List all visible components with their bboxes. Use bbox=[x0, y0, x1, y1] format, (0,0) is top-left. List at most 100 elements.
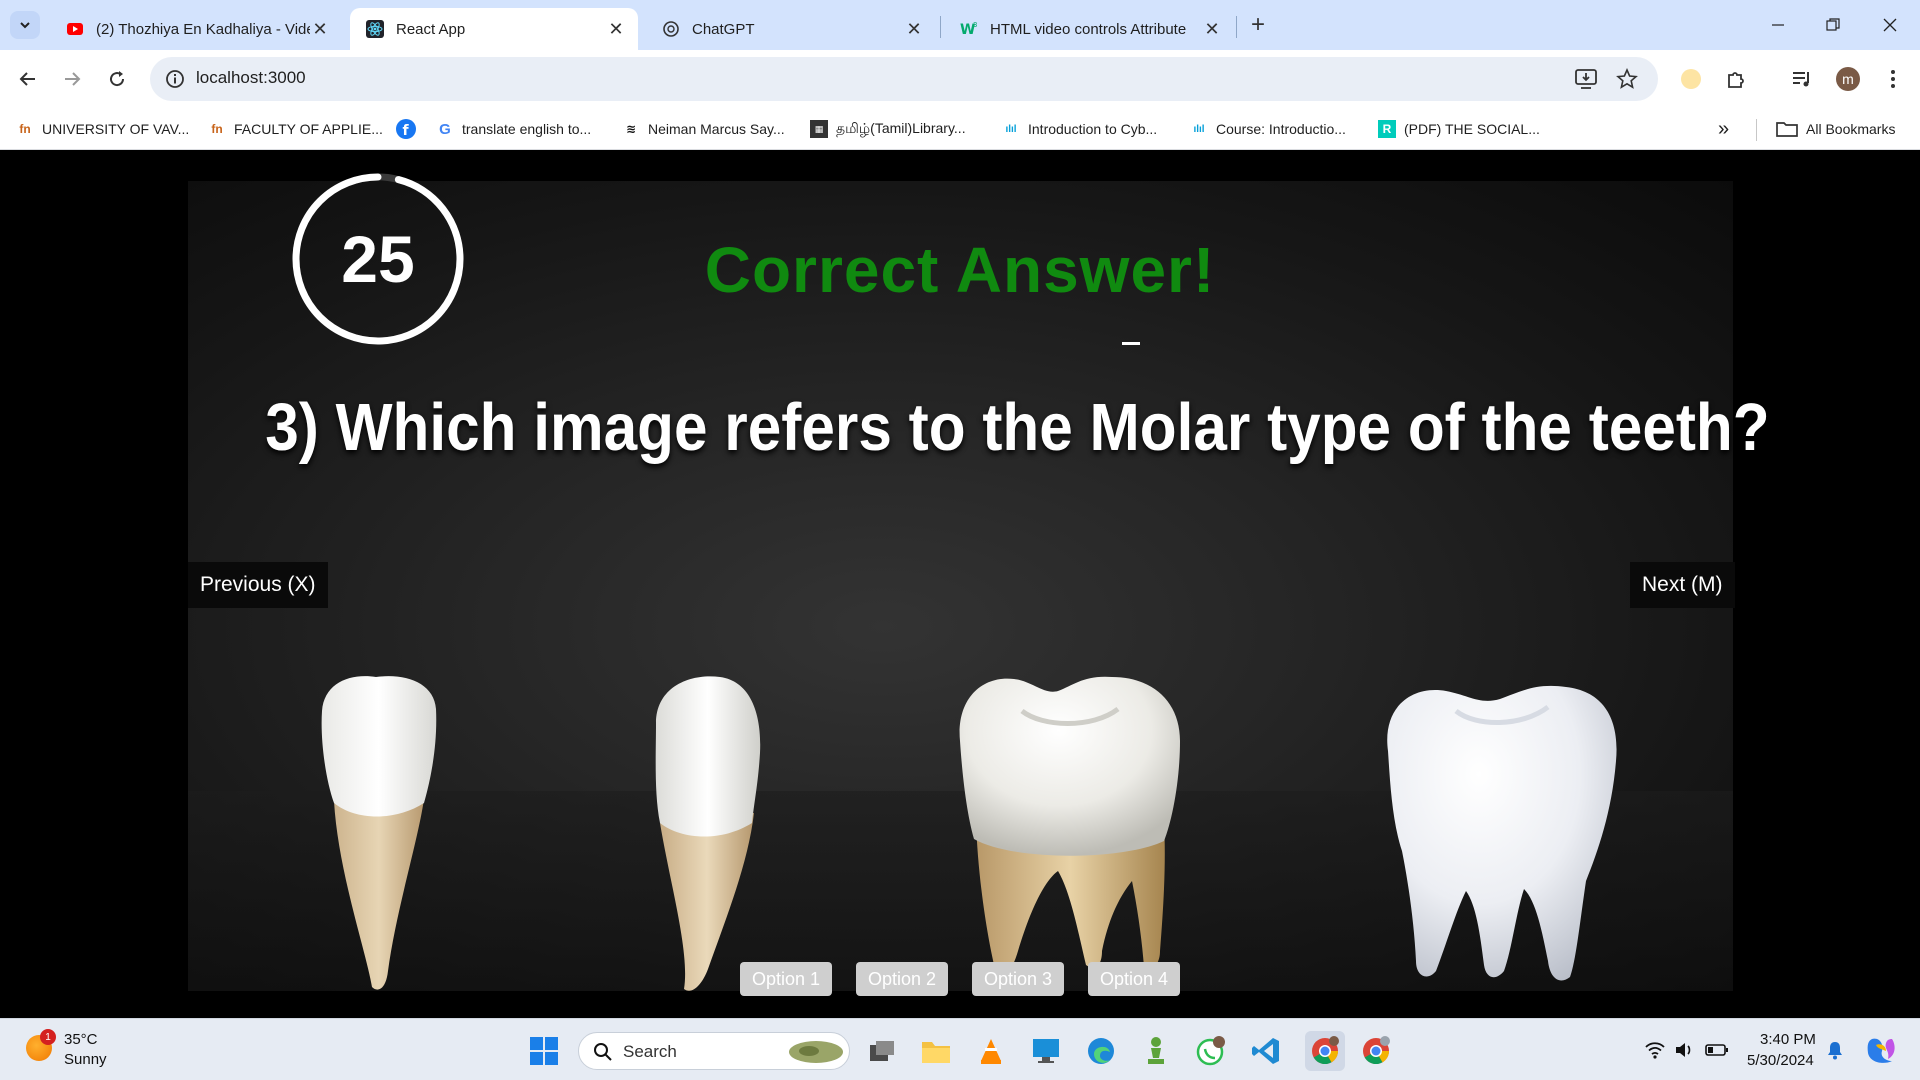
profile-button[interactable]: m bbox=[1833, 64, 1863, 94]
start-button[interactable] bbox=[530, 1037, 558, 1065]
bookmark-item[interactable]: ılıl Introduction to Cyb... bbox=[1002, 108, 1157, 150]
file-explorer-button[interactable] bbox=[920, 1035, 952, 1067]
extension-button[interactable] bbox=[1676, 64, 1706, 94]
vscode-button[interactable] bbox=[1250, 1035, 1282, 1067]
tab-youtube[interactable]: (2) Thozhiya En Kadhaliya - Vide ✕ bbox=[50, 8, 342, 50]
folder-icon bbox=[1776, 122, 1798, 137]
w3schools-icon: W3 bbox=[960, 21, 977, 38]
vscode-icon bbox=[1252, 1038, 1279, 1064]
tab-w3schools[interactable]: W3 HTML video controls Attribute ✕ bbox=[944, 8, 1234, 50]
extensions-menu-button[interactable] bbox=[1721, 64, 1751, 94]
taskbar-search[interactable]: Search bbox=[578, 1032, 850, 1070]
option-1-button[interactable]: Option 1 bbox=[740, 962, 832, 996]
tab-separator bbox=[1236, 16, 1237, 38]
bookmark-item[interactable]: fn UNIVERSITY OF VAV... bbox=[16, 108, 189, 150]
vlc-icon bbox=[981, 1039, 1001, 1064]
minimize-icon bbox=[1772, 24, 1784, 26]
clock-date[interactable]: 5/30/2024 bbox=[1747, 1052, 1814, 1069]
site-info-icon[interactable] bbox=[164, 68, 186, 90]
forward-button[interactable] bbox=[57, 64, 87, 94]
react-icon bbox=[366, 20, 384, 38]
browser-menu-button[interactable] bbox=[1878, 64, 1908, 94]
option-4-button[interactable]: Option 4 bbox=[1088, 962, 1180, 996]
svg-text:3: 3 bbox=[973, 21, 977, 29]
bookmark-facebook[interactable]: f bbox=[396, 108, 416, 150]
profile-initial: m bbox=[1842, 71, 1854, 87]
restore-icon bbox=[1826, 18, 1840, 31]
battery-icon[interactable] bbox=[1705, 1041, 1729, 1059]
minimize-button[interactable] bbox=[1758, 10, 1798, 40]
neiman-icon: ≋ bbox=[625, 122, 637, 136]
weather-temperature[interactable]: 35°C bbox=[64, 1031, 98, 1048]
install-app-icon[interactable] bbox=[1574, 68, 1598, 90]
option-3-button[interactable]: Option 3 bbox=[972, 962, 1064, 996]
restore-button[interactable] bbox=[1813, 10, 1853, 40]
next-button[interactable]: Next (M) bbox=[1630, 562, 1735, 608]
tab-close-icon[interactable]: ✕ bbox=[904, 19, 924, 40]
wifi-icon[interactable] bbox=[1645, 1041, 1665, 1059]
tab-react-app[interactable]: React App ✕ bbox=[350, 8, 638, 50]
url-text[interactable]: localhost:3000 bbox=[196, 68, 306, 88]
address-bar[interactable]: localhost:3000 bbox=[150, 57, 1658, 101]
bookmark-label: translate english to... bbox=[462, 121, 592, 137]
weather-badge: 1 bbox=[40, 1029, 56, 1045]
back-button[interactable] bbox=[13, 64, 43, 94]
task-view-button[interactable] bbox=[866, 1035, 898, 1067]
chess-app-button[interactable] bbox=[1140, 1035, 1172, 1067]
arrow-right-icon bbox=[65, 72, 81, 86]
new-tab-button[interactable]: + bbox=[1244, 12, 1272, 40]
question-text: 3) Which image refers to the Molar type … bbox=[265, 390, 1770, 465]
bookmark-label: (PDF) THE SOCIAL... bbox=[1404, 121, 1540, 137]
bookmark-item[interactable]: ≋ Neiman Marcus Say... bbox=[622, 108, 785, 150]
tab-chatgpt[interactable]: ChatGPT ✕ bbox=[646, 8, 936, 50]
tooth-image-canine[interactable] bbox=[650, 673, 766, 995]
tab-strip: (2) Thozhiya En Kadhaliya - Vide ✕ React… bbox=[0, 0, 1920, 50]
bookmark-item[interactable]: R (PDF) THE SOCIAL... bbox=[1378, 108, 1540, 150]
tab-search-button[interactable] bbox=[10, 11, 40, 39]
whatsapp-button[interactable] bbox=[1195, 1035, 1227, 1067]
weather-description[interactable]: Sunny bbox=[64, 1051, 107, 1068]
chrome-button[interactable] bbox=[1360, 1035, 1392, 1067]
edge-icon bbox=[1088, 1038, 1114, 1064]
tooth-image-molar-with-roots[interactable] bbox=[952, 671, 1184, 977]
remote-desktop-button[interactable] bbox=[1030, 1035, 1062, 1067]
media-controls-button[interactable] bbox=[1787, 64, 1817, 94]
puzzle-icon bbox=[1728, 72, 1744, 88]
bookmark-item[interactable]: ▦ தமிழ்(Tamil)Library... bbox=[810, 108, 966, 150]
tamil-icon: ▦ bbox=[810, 120, 828, 138]
tab-title: ChatGPT bbox=[692, 20, 755, 38]
result-dash bbox=[1122, 342, 1140, 345]
all-bookmarks-label: All Bookmarks bbox=[1806, 121, 1896, 137]
volume-icon[interactable] bbox=[1674, 1041, 1694, 1059]
bookmarks-overflow-button[interactable]: » bbox=[1718, 108, 1729, 150]
search-label: Search bbox=[623, 1042, 677, 1061]
notification-bell-icon[interactable] bbox=[1826, 1040, 1844, 1060]
extension-avatar-icon bbox=[1681, 69, 1701, 89]
close-window-button[interactable] bbox=[1870, 10, 1910, 40]
bookmark-item[interactable]: fn FACULTY OF APPLIE... bbox=[208, 108, 383, 150]
chrome-button-active[interactable] bbox=[1305, 1031, 1345, 1071]
youtube-icon bbox=[67, 23, 83, 35]
folder-icon bbox=[922, 1042, 950, 1063]
previous-button[interactable]: Previous (X) bbox=[188, 562, 328, 608]
bookmark-item[interactable]: ılıl Course: Introductio... bbox=[1190, 108, 1346, 150]
vlc-button[interactable] bbox=[975, 1035, 1007, 1067]
tooth-image-incisor[interactable] bbox=[316, 671, 442, 991]
reload-button[interactable] bbox=[102, 64, 132, 94]
chevron-down-icon bbox=[20, 22, 30, 29]
tab-close-icon[interactable]: ✕ bbox=[606, 19, 626, 40]
tab-close-icon[interactable]: ✕ bbox=[1202, 19, 1222, 40]
tab-close-icon[interactable]: ✕ bbox=[310, 19, 330, 40]
bookmark-item[interactable]: G translate english to... bbox=[436, 108, 591, 150]
bookmark-star-icon[interactable] bbox=[1616, 68, 1638, 90]
more-vert-icon bbox=[1891, 70, 1895, 88]
edge-button[interactable] bbox=[1085, 1035, 1117, 1067]
tooth-image-molar-white[interactable] bbox=[1376, 681, 1622, 985]
option-2-button[interactable]: Option 2 bbox=[856, 962, 948, 996]
tab-title: React App bbox=[396, 20, 466, 38]
clock-time[interactable]: 3:40 PM bbox=[1760, 1031, 1816, 1048]
copilot-icon[interactable] bbox=[1866, 1035, 1898, 1065]
chrome-icon bbox=[1312, 1036, 1339, 1065]
all-bookmarks-button[interactable]: All Bookmarks bbox=[1776, 108, 1895, 150]
bookmarks-bar: fn UNIVERSITY OF VAV... fn FACULTY OF AP… bbox=[0, 108, 1920, 150]
